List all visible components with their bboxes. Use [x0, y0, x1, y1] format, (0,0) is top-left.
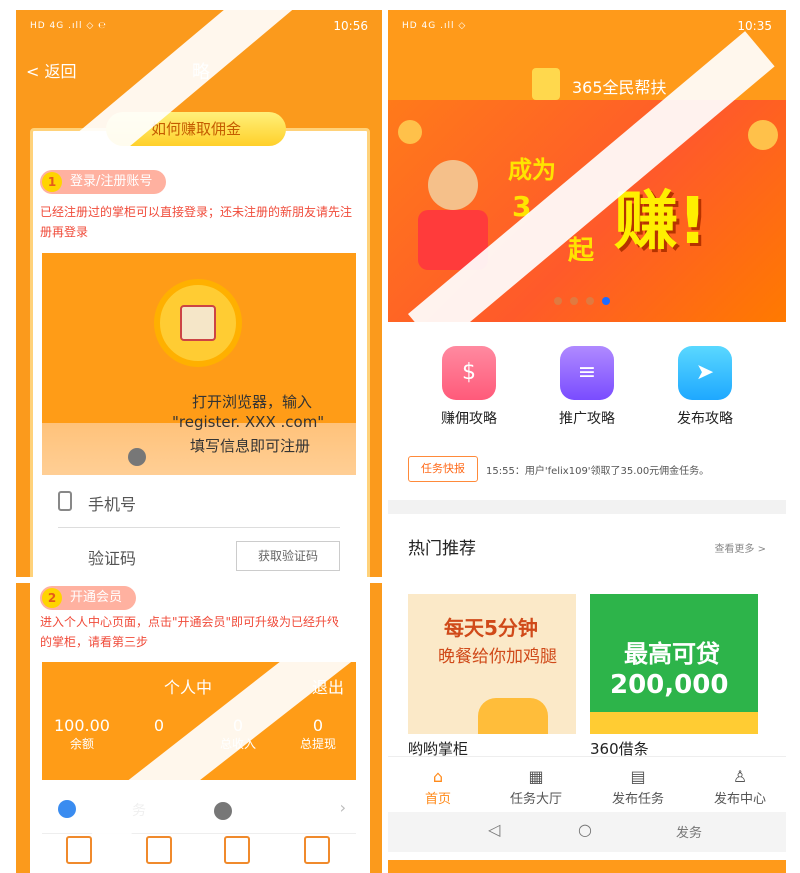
- hot-title: 热门推荐: [408, 539, 476, 559]
- logo-badge: [154, 279, 242, 367]
- status-time: 10:56: [333, 19, 368, 33]
- stat-balance: 100.00 余额: [54, 716, 110, 751]
- stat-withdraw: 0 总提现: [299, 716, 336, 751]
- cross-doc-icon: [304, 836, 330, 864]
- status-bar: HD 4G .ıll ◇ 10:35: [388, 10, 786, 42]
- coins-icon: ≡: [560, 346, 614, 400]
- news-tag: 任务快报: [408, 456, 478, 482]
- news-ticker: 15:55：用户'felix109'领取了35.00元佣金任务。: [486, 466, 710, 477]
- coin-icon: [748, 120, 778, 150]
- document-icon: ▤: [630, 767, 646, 786]
- bottom-tab-bar: ⌂ 首页 ▦ 任务大厅 ▤ 发布任务 ♙ 发布中心: [388, 756, 786, 812]
- step-2-pill: 2 开通会员: [40, 586, 137, 610]
- home-nav-icon[interactable]: ○: [578, 820, 592, 839]
- step-1-number: 1: [42, 172, 62, 192]
- touch-indicator-2: [214, 802, 232, 820]
- phone-field[interactable]: 手机号: [88, 491, 136, 515]
- search-doc-icon: [146, 836, 172, 864]
- cartoon-man-icon: [428, 160, 478, 210]
- cloud-icon: [478, 698, 548, 734]
- register-line3: 填写信息即可注册: [190, 437, 311, 455]
- card-youyou[interactable]: 每天5分钟 晚餐给你加鸡腿: [408, 594, 576, 734]
- step-1-description: 已经注册过的掌柜可以直接登录；还未注册的新朋友请先注册再登录: [40, 205, 353, 239]
- paper-plane-icon: ➤: [678, 346, 732, 400]
- get-code-button[interactable]: 获取验证码: [236, 541, 340, 571]
- status-time: 10:35: [737, 19, 772, 33]
- nav-overlay-text: 发务: [676, 826, 703, 841]
- tab-task-hall[interactable]: ▦ 任务大厅: [504, 767, 568, 807]
- review-item[interactable]: [146, 836, 172, 867]
- right-screenshot: HD 4G .ıll ◇ 10:35 365全民帮扶 成为 3 起 赚! $ 赚…: [388, 10, 786, 873]
- profile-title: 个人中: [164, 678, 213, 697]
- passed-item[interactable]: [224, 836, 250, 867]
- signal-icons: HD 4G .ıll ◇ ℮: [30, 21, 107, 31]
- step-2-label: 开通会员: [70, 590, 123, 605]
- register-line1: 打开浏览器，输入: [192, 393, 313, 411]
- code-field[interactable]: 验证码: [88, 545, 136, 569]
- step-2-description: 进入个人中心页面，点击"开通会员"即可升级为已经升级的掌柜，请看第三步: [40, 615, 340, 649]
- rejected-item[interactable]: [304, 836, 330, 867]
- step-2-number: 2: [42, 588, 62, 608]
- back-button[interactable]: < 返回: [26, 58, 77, 82]
- step-1-pill: 1 登录/注册账号: [40, 170, 167, 194]
- mascot-icon: [180, 305, 216, 341]
- stat-2: 0: [153, 716, 165, 735]
- brand-name: 365全民帮扶: [572, 78, 667, 97]
- register-preview: 打开浏览器，输入 "register. XXX .com" 填写信息即可注册 手…: [42, 253, 356, 573]
- left-screenshot: HD 4G .ıll ◇ ℮ 10:56 < 返回 略 如何赚取佣金 1 登录/…: [16, 10, 382, 873]
- money-bag-icon: $: [442, 346, 496, 400]
- mascot-icon: [532, 68, 560, 100]
- edit-icon: [66, 836, 92, 864]
- step-1-label: 登录/注册账号: [70, 174, 153, 189]
- tab-publish-center[interactable]: ♙ 发布中心: [708, 767, 772, 807]
- back-nav-icon[interactable]: ◁: [488, 820, 500, 839]
- globe-icon: [58, 800, 76, 818]
- home-icon: ⌂: [432, 767, 444, 786]
- submit-item[interactable]: [66, 836, 92, 867]
- chevron-right-icon: ›: [339, 798, 346, 817]
- menu-earn-guide[interactable]: $ 赚佣攻略: [432, 346, 506, 428]
- carousel-dots[interactable]: [554, 290, 618, 309]
- phone-icon: [58, 491, 72, 511]
- menu-promo-guide[interactable]: ≡ 推广攻略: [550, 346, 624, 428]
- card-360[interactable]: 最高可贷 200,000: [590, 594, 758, 734]
- building-icon: ▦: [528, 767, 544, 786]
- system-nav-bar: ◁ ○ 发务: [388, 812, 786, 852]
- register-line2: "register. XXX .com": [172, 413, 325, 431]
- banner-text-1: 成为: [508, 156, 556, 184]
- tab-publish-task[interactable]: ▤ 发布任务: [606, 767, 670, 807]
- see-more-link[interactable]: 查看更多 >: [714, 540, 766, 555]
- coin-icon: [398, 120, 422, 144]
- menu-publish-guide[interactable]: ➤ 发布攻略: [668, 346, 742, 428]
- touch-indicator: [128, 448, 146, 466]
- signal-icons: HD 4G .ıll ◇: [402, 21, 467, 31]
- user-icon: ♙: [732, 767, 748, 786]
- check-doc-icon: [224, 836, 250, 864]
- tab-home[interactable]: ⌂ 首页: [418, 767, 458, 807]
- login-form: 手机号 验证码 获取验证码: [42, 475, 356, 573]
